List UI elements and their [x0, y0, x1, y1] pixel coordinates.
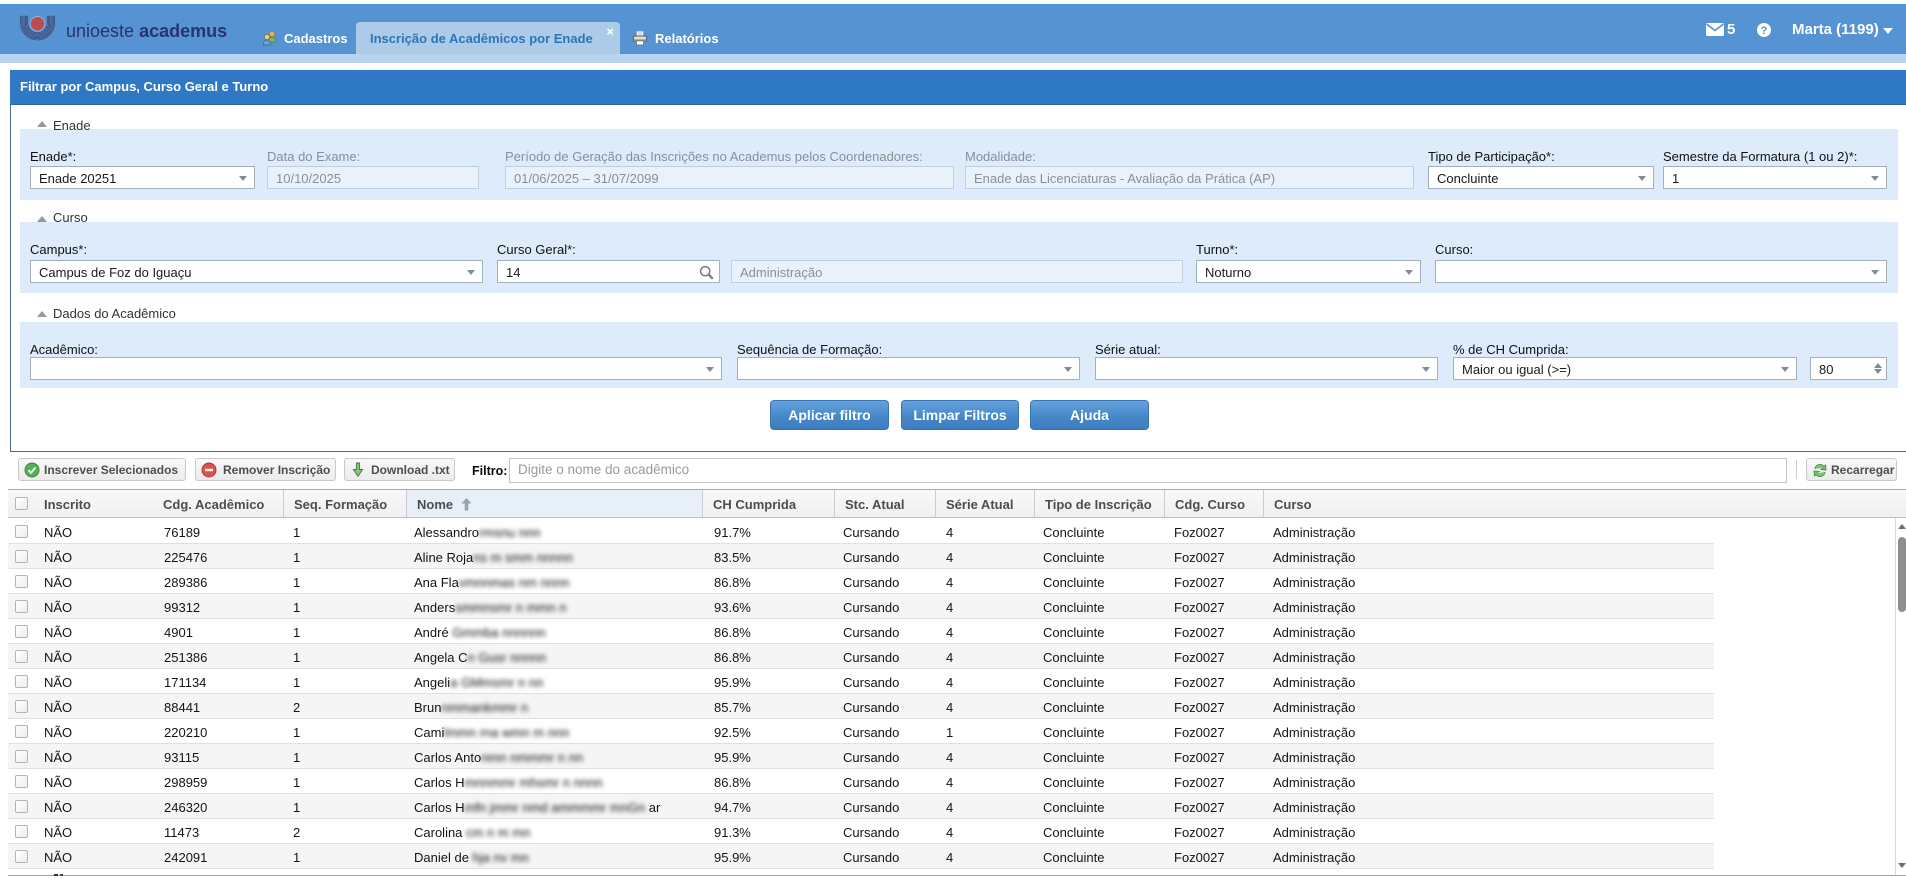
svg-text:?: ? [1761, 25, 1768, 37]
